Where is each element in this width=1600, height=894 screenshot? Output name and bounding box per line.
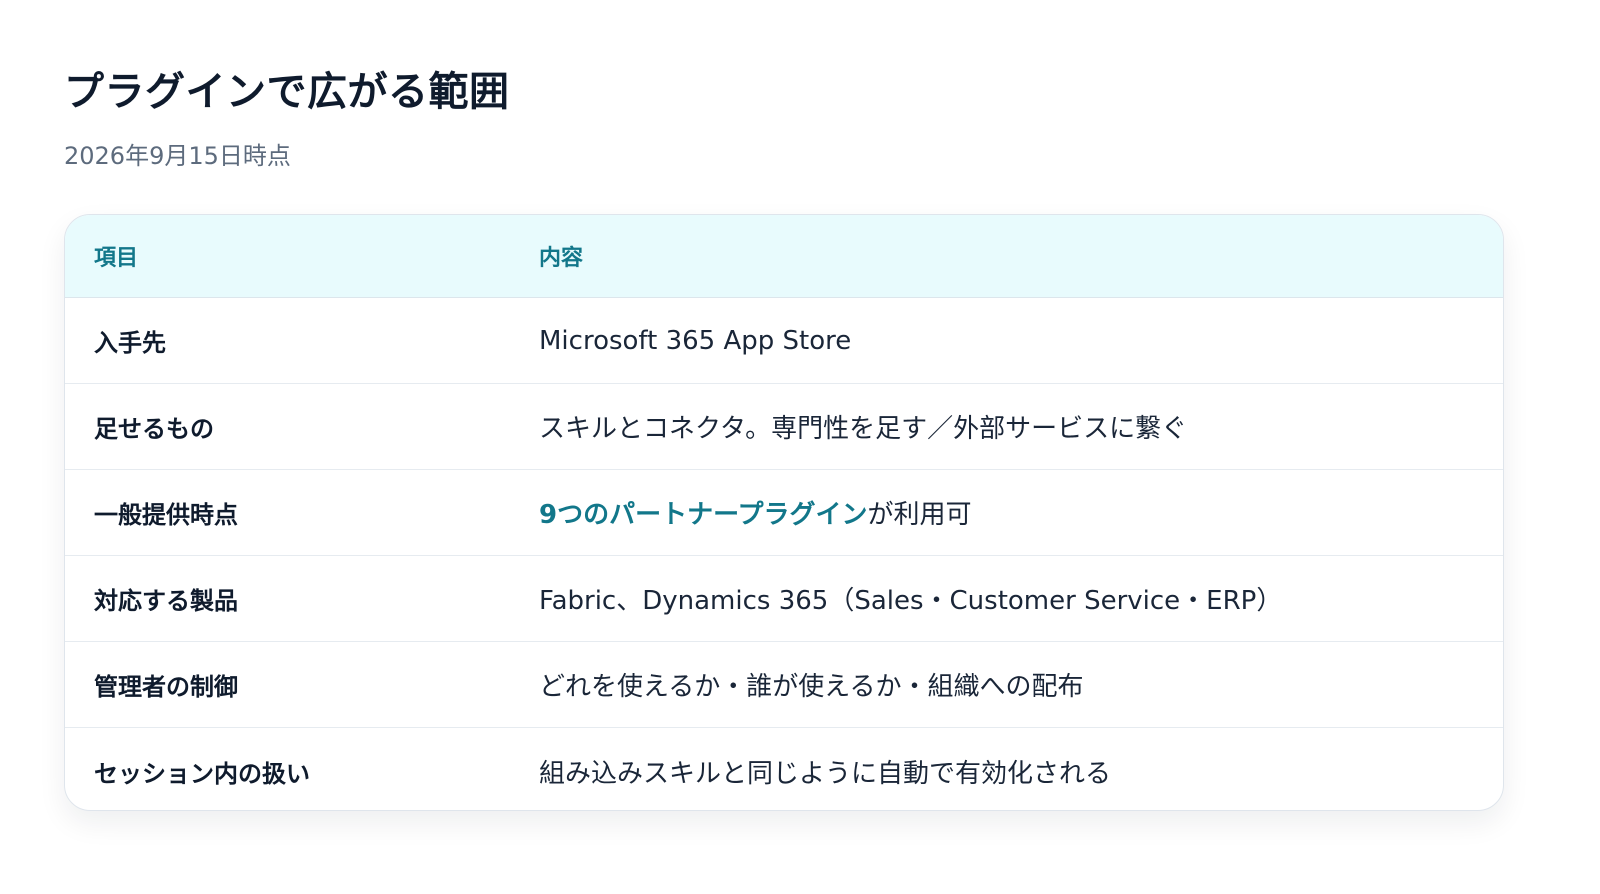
row-value: Microsoft 365 App Store [539,326,1503,356]
row-value-text: Fabric、Dynamics 365（Sales・Customer Servi… [539,586,1283,616]
row-label: 管理者の制御 [94,673,238,701]
row-value-highlight: 9つのパートナープラグイン [539,500,868,530]
row-value: 組み込みスキルと同じように自動で有効化される [539,753,1503,790]
table-row: 足せるもの スキルとコネクタ。専門性を足す／外部サービスに繋ぐ [65,384,1503,470]
row-label: 対応する製品 [94,587,238,615]
table-row: 入手先 Microsoft 365 App Store [65,298,1503,384]
info-table: 項目 内容 入手先 Microsoft 365 App Store 足せるもの … [64,214,1504,811]
row-value: スキルとコネクタ。専門性を足す／外部サービスに繋ぐ [539,408,1503,445]
table-header-row: 項目 内容 [65,215,1503,298]
row-value: 9つのパートナープラグインが利用可 [539,494,1503,531]
table-row: 一般提供時点 9つのパートナープラグインが利用可 [65,470,1503,556]
row-label: 足せるもの [94,415,214,443]
row-label: 一般提供時点 [94,501,238,529]
table-row: 対応する製品 Fabric、Dynamics 365（Sales・Custome… [65,556,1503,642]
row-value-text: Microsoft 365 App Store [539,325,852,356]
row-value-text: 組み込みスキルと同じように自動で有効化される [539,758,1112,789]
row-value-text: どれを使えるか・誰が使えるか・組織への配布 [539,672,1084,702]
row-label: セッション内の扱い [94,759,310,788]
page: プラグインで広がる範囲 2026年9月15日時点 項目 内容 入手先 Micro… [0,0,1600,894]
page-title: プラグインで広がる範囲 [64,69,510,115]
as-of-date: 2026年9月15日時点 [64,142,291,170]
row-label: 入手先 [94,329,166,357]
table-row: セッション内の扱い 組み込みスキルと同じように自動で有効化される [65,728,1503,810]
column-header-item: 項目 [94,246,139,271]
row-value: どれを使えるか・誰が使えるか・組織への配布 [539,666,1503,703]
row-value-text: スキルとコネクタ。専門性を足す／外部サービスに繋ぐ [539,414,1188,444]
column-header-content: 内容 [539,246,584,271]
row-value: Fabric、Dynamics 365（Sales・Customer Servi… [539,580,1503,617]
table-row: 管理者の制御 どれを使えるか・誰が使えるか・組織への配布 [65,642,1503,728]
row-value-text: が利用可 [867,500,972,530]
